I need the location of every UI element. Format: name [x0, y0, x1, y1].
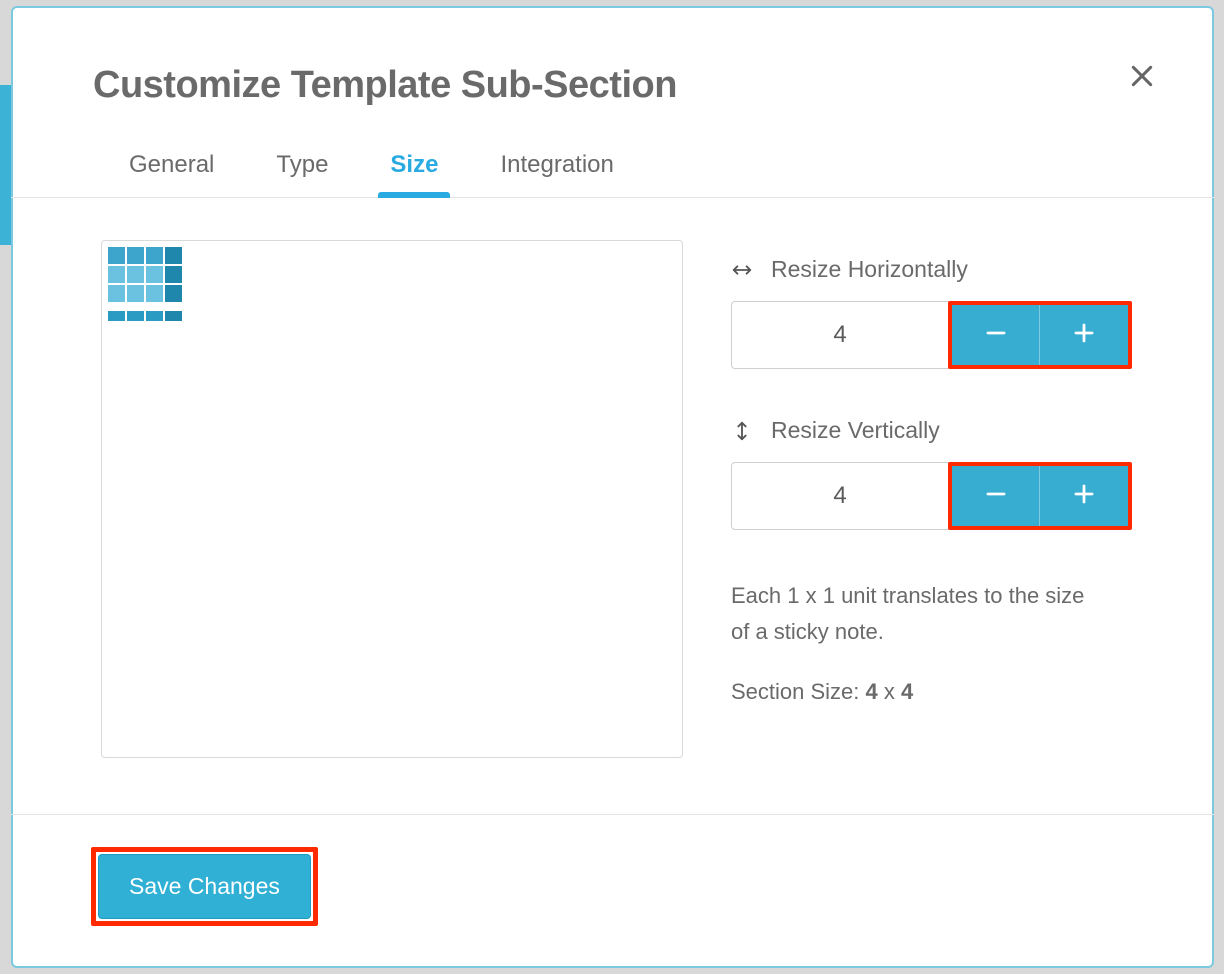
grid-cell	[108, 247, 125, 264]
section-size-sep: x	[878, 679, 901, 704]
save-changes-button[interactable]: Save Changes	[98, 854, 311, 919]
minus-icon	[984, 482, 1008, 511]
vertical-stepper-buttons	[948, 462, 1132, 530]
grid-cell	[165, 266, 182, 283]
modal-body: Resize Horizontally 4	[13, 198, 1212, 814]
horizontal-decrement-button[interactable]	[952, 305, 1040, 365]
horizontal-increment-button[interactable]	[1040, 305, 1128, 365]
resize-vertical-group: Resize Vertically 4	[731, 417, 1132, 530]
customize-template-modal: Customize Template Sub-Section General T…	[11, 6, 1214, 968]
grid-cell	[127, 285, 144, 302]
horizontal-stepper-buttons	[948, 301, 1132, 369]
control-label-row: Resize Vertically	[731, 417, 1132, 444]
close-button[interactable]	[1122, 58, 1162, 98]
tab-integration[interactable]: Integration	[500, 151, 613, 197]
grid-cell	[165, 311, 182, 321]
section-size-width: 4	[866, 679, 878, 704]
section-size-prefix: Section Size:	[731, 679, 866, 704]
grid-cell	[146, 311, 163, 321]
grid-cell	[127, 247, 144, 264]
control-label-row: Resize Horizontally	[731, 256, 1132, 283]
resize-horizontal-icon	[731, 259, 753, 281]
resize-vertical-label: Resize Vertically	[771, 417, 940, 444]
modal-title: Customize Template Sub-Section	[93, 64, 1132, 107]
size-preview-box	[101, 240, 683, 758]
grid-cell	[127, 311, 144, 321]
grid-cell	[146, 247, 163, 264]
minus-icon	[984, 321, 1008, 350]
vertical-decrement-button[interactable]	[952, 466, 1040, 526]
horizontal-stepper: 4	[731, 301, 1132, 369]
grid-cell	[165, 285, 182, 302]
vertical-increment-button[interactable]	[1040, 466, 1128, 526]
tab-size[interactable]: Size	[390, 151, 438, 197]
section-size-text: Section Size: 4 x 4	[731, 679, 1132, 705]
horizontal-value[interactable]: 4	[731, 301, 949, 369]
vertical-stepper: 4	[731, 462, 1132, 530]
grid-cell	[146, 285, 163, 302]
resize-horizontal-group: Resize Horizontally 4	[731, 256, 1132, 369]
grid-cell	[127, 266, 144, 283]
modal-footer: Save Changes	[11, 814, 1214, 966]
resize-vertical-icon	[731, 420, 753, 442]
save-highlight: Save Changes	[91, 847, 318, 926]
tab-bar: General Type Size Integration	[11, 107, 1214, 198]
grid-preview	[108, 247, 676, 321]
plus-icon	[1072, 321, 1096, 350]
vertical-value[interactable]: 4	[731, 462, 949, 530]
grid-cell	[108, 285, 125, 302]
tab-general[interactable]: General	[129, 151, 214, 197]
size-controls: Resize Horizontally 4	[731, 240, 1132, 774]
modal-header: Customize Template Sub-Section	[13, 8, 1212, 107]
size-help-text: Each 1 x 1 unit translates to the size o…	[731, 578, 1101, 651]
section-size-height: 4	[901, 679, 913, 704]
tab-type[interactable]: Type	[276, 151, 328, 197]
grid-cell	[108, 266, 125, 283]
grid-cell	[165, 247, 182, 264]
resize-horizontal-label: Resize Horizontally	[771, 256, 968, 283]
plus-icon	[1072, 482, 1096, 511]
grid-cell	[146, 266, 163, 283]
close-icon	[1129, 63, 1155, 94]
grid-cell	[108, 311, 125, 321]
